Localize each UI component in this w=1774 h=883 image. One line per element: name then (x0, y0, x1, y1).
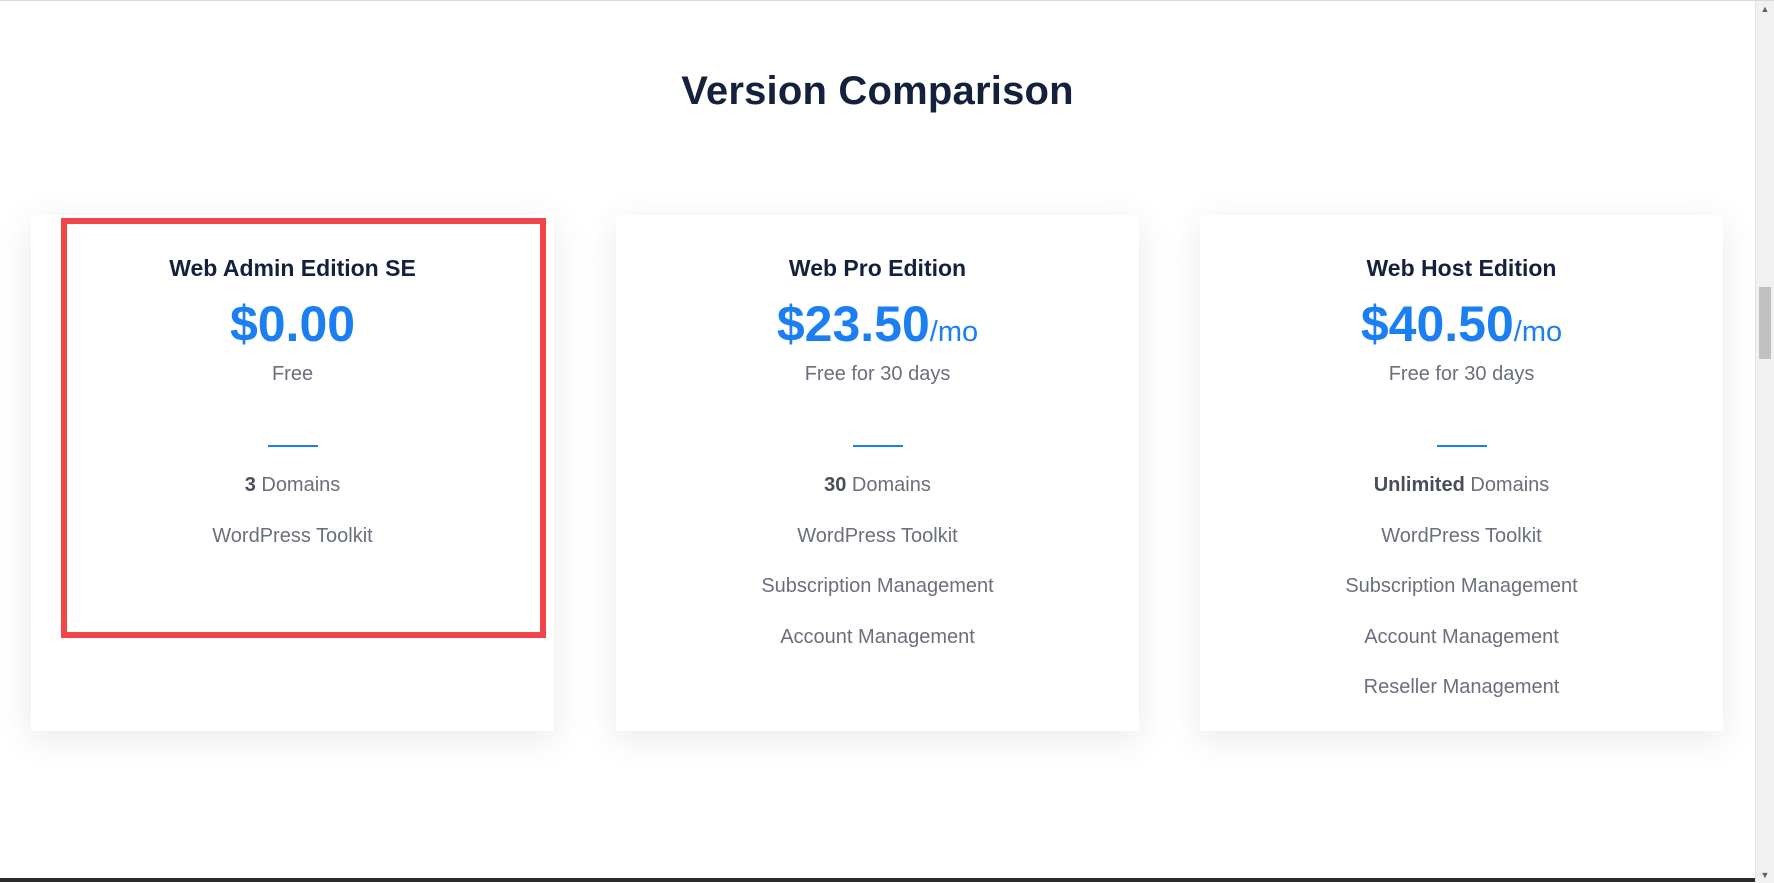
plan-feature-list: 30 Domains WordPress Toolkit Subscriptio… (616, 460, 1139, 662)
plan-name: Web Admin Edition SE (169, 255, 416, 281)
price-row: $23.50/mo (616, 295, 1139, 353)
feature-label: Domains (255, 474, 341, 496)
triangle-up-icon[interactable]: ▲ (1756, 1, 1774, 17)
feature-item: 3 Domains (31, 460, 554, 511)
feature-item: Subscription Management (1200, 561, 1723, 612)
feature-item: Account Management (616, 612, 1139, 663)
plan-price-note: Free (271, 363, 314, 385)
browser-viewport: Version Comparison Web Admin Edition SE … (0, 0, 1774, 883)
feature-quantity: 3 (244, 474, 256, 496)
feature-label: Domains (1464, 474, 1550, 496)
plan-card-web-host: Web Host Edition $40.50/mo Free for 30 d… (1200, 215, 1723, 731)
feature-item: WordPress Toolkit (31, 511, 554, 562)
feature-item: Reseller Management (1200, 662, 1723, 713)
price-row: $0.00 (31, 295, 554, 353)
feature-label: WordPress Toolkit (212, 524, 373, 547)
feature-item: WordPress Toolkit (616, 511, 1139, 562)
plan-price: $40.50 (1360, 296, 1514, 352)
feature-label: WordPress Toolkit (1381, 524, 1542, 547)
plan-name: Web Host Edition (1366, 255, 1557, 281)
plan-divider (1436, 445, 1487, 447)
plan-period: /mo (1513, 316, 1563, 348)
feature-item: Unlimited Domains (1200, 460, 1723, 511)
feature-item: 30 Domains (616, 460, 1139, 511)
vertical-scrollbar[interactable]: ▲ ▼ (1755, 1, 1774, 883)
feature-label: Reseller Management (1363, 676, 1560, 698)
bottom-edge-bar (0, 878, 1755, 882)
feature-label: Account Management (1364, 625, 1559, 648)
plan-feature-list: Unlimited Domains WordPress Toolkit Subs… (1200, 460, 1723, 713)
plan-price: $23.50 (776, 296, 930, 352)
price-row: $40.50/mo (1200, 295, 1723, 353)
feature-quantity: Unlimited (1373, 474, 1465, 496)
plan-card-web-pro: Web Pro Edition $23.50/mo Free for 30 da… (616, 215, 1139, 731)
feature-item: Account Management (1200, 612, 1723, 663)
plan-feature-list: 3 Domains WordPress Toolkit (31, 460, 554, 561)
plan-divider (267, 445, 318, 447)
feature-label: WordPress Toolkit (797, 524, 958, 547)
scrollbar-thumb[interactable] (1759, 287, 1771, 359)
plan-price-note: Free for 30 days (804, 363, 951, 385)
plan-price: $0.00 (229, 296, 356, 352)
feature-quantity: 30 (824, 474, 847, 496)
page-title: Version Comparison (681, 69, 1074, 113)
triangle-down-icon[interactable]: ▼ (1756, 867, 1774, 883)
plan-divider (852, 445, 903, 447)
plan-card-web-admin-se: Web Admin Edition SE $0.00 Free 3 Domain… (31, 215, 554, 731)
plan-period: /mo (929, 316, 979, 348)
feature-item: Subscription Management (616, 561, 1139, 612)
feature-label: Account Management (780, 625, 975, 648)
feature-label: Subscription Management (1345, 575, 1578, 597)
feature-label: Subscription Management (761, 575, 994, 597)
plan-price-note: Free for 30 days (1388, 363, 1535, 385)
feature-label: Domains (846, 474, 931, 496)
plan-name: Web Pro Edition (788, 255, 967, 281)
feature-item: WordPress Toolkit (1200, 511, 1723, 562)
